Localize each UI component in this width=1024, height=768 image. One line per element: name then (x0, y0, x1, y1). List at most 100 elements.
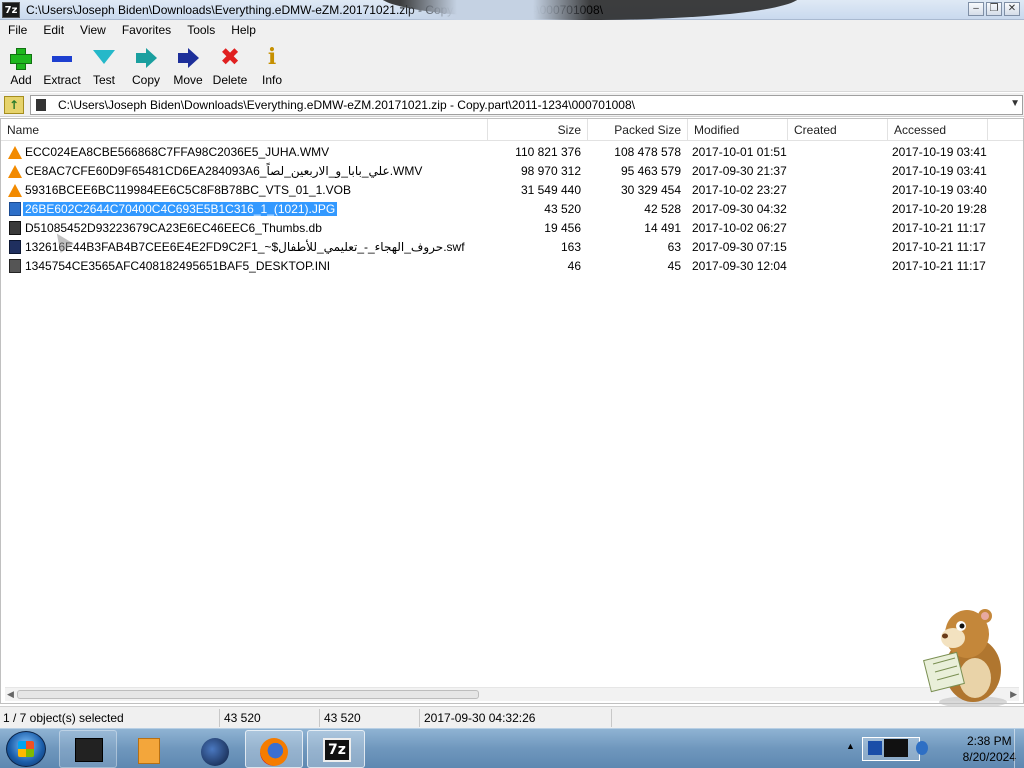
table-row[interactable]: 1345754CE3565AFC408182495651BAF5_DESKTOP… (1, 257, 1023, 276)
file-modified: 2017-09-30 07:15 (692, 240, 787, 254)
taskbar-app-media[interactable] (123, 730, 181, 768)
file-modified: 2017-10-01 01:51 (692, 145, 787, 159)
ini-file-icon (9, 259, 21, 273)
scroll-left-icon[interactable]: ◀ (7, 689, 14, 700)
file-packed-size: 45 (667, 259, 681, 273)
file-packed-size: 108 478 578 (614, 145, 681, 159)
add-icon (0, 44, 42, 70)
column-accessed[interactable]: Accessed (888, 119, 988, 141)
network-icon[interactable] (868, 741, 882, 755)
7zip-app-icon[interactable]: 7z (2, 2, 20, 18)
taskbar-clock[interactable]: 2:38 PM 8/20/2024 (963, 733, 1016, 765)
info-button[interactable]: i Info (251, 44, 293, 87)
image-icon (9, 202, 21, 216)
file-name: 132616E44B3FAB4B7CEE6E4E2FD9C2F1_~$حروف_… (25, 240, 465, 254)
column-modified[interactable]: Modified (688, 119, 788, 141)
file-size: 46 (567, 259, 581, 273)
folder-up-button[interactable]: ↑ (4, 96, 24, 114)
file-name: ECC024EA8CBE566868C7FFA98C2036E5_JUHA.WM… (25, 145, 330, 159)
title-bar: 7z C:\Users\Joseph Biden\Downloads\Every… (0, 0, 1024, 20)
windows-logo-icon (18, 741, 34, 757)
column-header-row: Name Size Packed Size Modified Created A… (1, 119, 1023, 141)
column-name[interactable]: Name (1, 119, 488, 141)
test-label: Test (92, 73, 115, 87)
close-button[interactable]: ✕ (1004, 2, 1020, 16)
menu-edit[interactable]: Edit (35, 23, 72, 37)
db-file-icon (9, 221, 21, 235)
file-name: CE8AC7CFE60D9F65481CD6EA284093A6_علي_باب… (25, 164, 423, 178)
drive-icon (36, 99, 46, 111)
taskbar-app-firefox[interactable] (245, 730, 303, 768)
status-size: 43 520 (224, 711, 261, 725)
flash-file-icon (9, 240, 21, 254)
tray-monitor-icon[interactable] (884, 739, 908, 757)
test-icon (83, 44, 125, 70)
table-row[interactable]: 59316BCEE6BC119984EE6C5C8F8B78BC_VTS_01_… (1, 181, 1023, 200)
add-button[interactable]: Add (0, 44, 42, 87)
test-button[interactable]: Test (83, 44, 125, 87)
black-box-icon (75, 738, 103, 762)
table-row[interactable]: 132616E44B3FAB4B7CEE6E4E2FD9C2F1_~$حروف_… (1, 238, 1023, 257)
start-button[interactable] (6, 731, 46, 767)
file-accessed: 2017-10-21 11:17 (892, 221, 986, 235)
path-input[interactable]: C:\Users\Joseph Biden\Downloads\Everythi… (30, 95, 1023, 115)
move-button[interactable]: Move (167, 44, 209, 87)
table-row[interactable]: ECC024EA8CBE566868C7FFA98C2036E5_JUHA.WM… (1, 143, 1023, 162)
file-accessed: 2017-10-21 11:17 (892, 259, 986, 273)
file-list: Name Size Packed Size Modified Created A… (0, 118, 1024, 704)
file-size: 163 (560, 240, 581, 254)
taskbar-app-globe[interactable] (185, 730, 243, 768)
toolbar: Add Extract Test Copy Move ✖ Delete i In… (0, 40, 1024, 92)
column-packed-size[interactable]: Packed Size (588, 119, 688, 141)
file-accessed: 2017-10-19 03:41 (892, 145, 987, 159)
taskbar: 7z ▲ 2:38 PM 8/20/2024 (0, 728, 1024, 768)
horizontal-scrollbar[interactable]: ◀ ▶ (5, 687, 1019, 701)
table-row[interactable]: CE8AC7CFE60D9F65481CD6EA284093A6_علي_باب… (1, 162, 1023, 181)
status-bar: 1 / 7 object(s) selected 43 520 43 520 2… (0, 706, 1024, 728)
status-divider (219, 709, 220, 727)
menu-view[interactable]: View (72, 23, 114, 37)
file-size: 110 821 376 (515, 145, 581, 159)
window-controls: – ❐ ✕ (968, 2, 1020, 16)
menu-tools[interactable]: Tools (179, 23, 223, 37)
column-created[interactable]: Created (788, 119, 888, 141)
volume-icon[interactable] (916, 741, 928, 755)
copy-button[interactable]: Copy (125, 44, 167, 87)
info-label: Info (261, 73, 282, 87)
info-icon: i (267, 44, 277, 70)
copy-label: Copy (131, 73, 160, 87)
extract-label: Extract (43, 73, 81, 87)
path-text: C:\Users\Joseph Biden\Downloads\Everythi… (58, 98, 635, 112)
file-packed-size: 42 528 (644, 202, 681, 216)
taskbar-app-7zip[interactable]: 7z (307, 730, 365, 768)
move-label: Move (173, 73, 203, 87)
copy-arrow-icon (125, 44, 167, 70)
show-desktop-button[interactable] (1014, 729, 1024, 768)
file-name: D51085452D93223679CA23E6EC46EEC6_Thumbs.… (25, 221, 322, 235)
menu-favorites[interactable]: Favorites (114, 23, 179, 37)
table-row[interactable]: D51085452D93223679CA23E6EC46EEC6_Thumbs.… (1, 219, 1023, 238)
tray-expand-icon[interactable]: ▲ (846, 741, 855, 751)
file-size: 19 456 (544, 221, 581, 235)
menu-help[interactable]: Help (223, 23, 264, 37)
file-accessed: 2017-10-21 11:17 (892, 240, 986, 254)
clock-time: 2:38 PM (966, 734, 1012, 748)
minimize-button[interactable]: – (968, 2, 984, 16)
status-modified: 2017-09-30 04:32:26 (424, 711, 536, 725)
scrollbar-thumb[interactable] (17, 690, 479, 699)
restore-button[interactable]: ❐ (986, 2, 1002, 16)
menu-file[interactable]: File (0, 23, 35, 37)
table-row-selected[interactable]: 26BE602C2644C70400C4C693E5B1C316_1_(1021… (1, 200, 1023, 219)
7zip-icon: 7z (323, 738, 351, 762)
file-name-cell: 26BE602C2644C70400C4C693E5B1C316_1_(1021… (23, 200, 483, 219)
taskbar-app-explorer[interactable] (59, 730, 117, 768)
status-divider (611, 709, 612, 727)
column-size[interactable]: Size (488, 119, 588, 141)
file-modified: 2017-10-02 23:27 (692, 183, 787, 197)
delete-button[interactable]: ✖ Delete (209, 44, 251, 87)
path-dropdown-icon[interactable]: ▼ (1010, 98, 1020, 109)
file-name: 59316BCEE6BC119984EE6C5C8F8B78BC_VTS_01_… (25, 183, 351, 197)
globe-icon (201, 738, 229, 766)
extract-button[interactable]: Extract (41, 44, 83, 87)
file-size: 98 970 312 (520, 164, 581, 178)
